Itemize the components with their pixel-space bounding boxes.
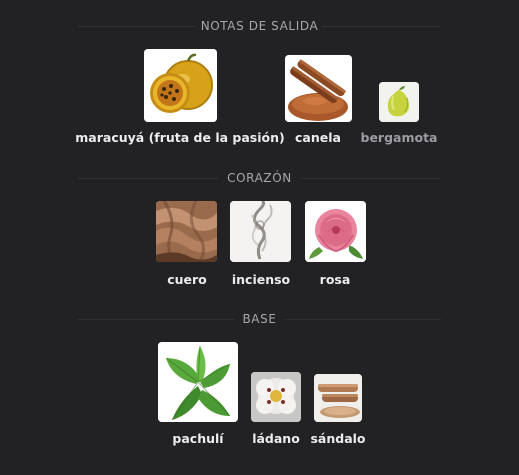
divider	[301, 178, 441, 179]
incense-icon[interactable]	[230, 201, 291, 262]
note-label-rosa: rosa	[319, 272, 351, 287]
section-title: CORAZÓN	[227, 171, 292, 185]
note-label-ladano: ládano	[252, 431, 300, 446]
note-label-pachuli: pachulí	[172, 431, 224, 446]
sandalwood-icon[interactable]	[314, 374, 362, 422]
note-label-cuero: cuero	[167, 272, 207, 287]
bergamot-icon[interactable]	[379, 82, 419, 122]
divider	[285, 319, 441, 320]
section-header-base-notes: BASE	[0, 311, 519, 327]
patchouli-icon[interactable]	[158, 342, 238, 422]
section-title: BASE	[242, 312, 277, 326]
note-label-maracuya: maracuyá (fruta de la pasión)	[75, 130, 285, 145]
note-label-bergamota: bergamota	[360, 130, 438, 145]
rose-icon[interactable]	[305, 201, 366, 262]
note-label-incienso: incienso	[231, 272, 291, 287]
leather-icon[interactable]	[156, 201, 217, 262]
section-header-top-notes: NOTAS DE SALIDA	[0, 18, 519, 34]
divider	[322, 26, 440, 27]
passion-fruit-icon[interactable]	[144, 49, 217, 122]
note-label-sandalo: sándalo	[310, 431, 366, 446]
section-header-heart-notes: CORAZÓN	[0, 170, 519, 186]
labdanum-icon[interactable]	[251, 372, 301, 422]
cinnamon-icon[interactable]	[285, 55, 352, 122]
note-label-canela: canela	[295, 130, 341, 145]
section-title: NOTAS DE SALIDA	[200, 19, 319, 33]
